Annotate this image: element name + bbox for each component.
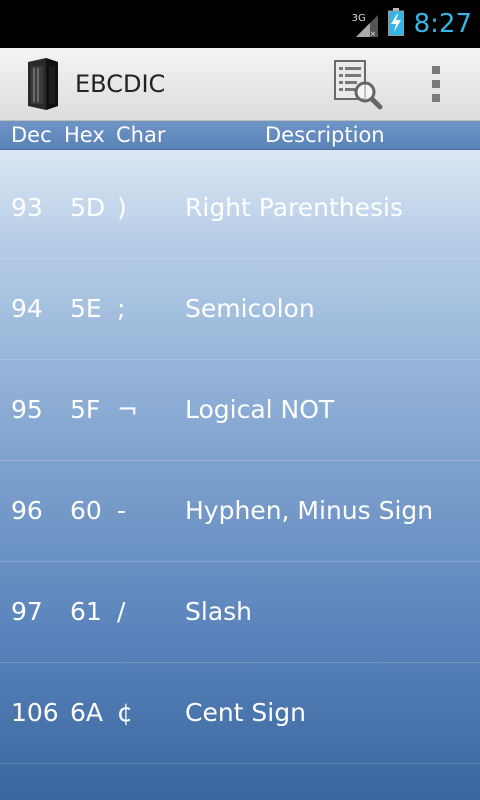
cell-hex: 61	[70, 597, 102, 626]
cell-char: ¬	[117, 395, 138, 424]
cell-hex: 5D	[70, 193, 106, 222]
header-hex: Hex	[64, 123, 105, 147]
battery-charging-icon	[387, 8, 404, 40]
cell-description: Slash	[185, 597, 253, 626]
document-search-icon	[334, 60, 383, 110]
table-row[interactable]: 97 61 / Slash	[0, 561, 480, 663]
status-bar: 3G × 8:27	[0, 0, 480, 48]
overflow-menu-button[interactable]	[418, 58, 454, 110]
cell-dec: 106	[11, 698, 59, 727]
cell-char: -	[117, 496, 127, 525]
header-description: Description	[265, 123, 385, 147]
table-row[interactable]: 96 60 - Hyphen, Minus Sign	[0, 460, 480, 562]
cell-description: Logical NOT	[185, 395, 335, 424]
cell-char: )	[117, 193, 127, 222]
cell-description: Semicolon	[185, 294, 315, 323]
svg-text:×: ×	[370, 30, 376, 37]
clock: 8:27	[413, 9, 472, 39]
action-bar: EBCDIC	[0, 48, 480, 121]
cell-description: Hyphen, Minus Sign	[185, 496, 434, 525]
overflow-menu-icon	[432, 66, 440, 74]
table-row[interactable]: 95 5F ¬ Logical NOT	[0, 359, 480, 461]
app-title: EBCDIC	[75, 70, 166, 98]
cell-hex: 5F	[70, 395, 101, 424]
server-rack-icon[interactable]	[24, 58, 62, 110]
screen: 3G × 8:27 EBCDIC Dec Hex Char Descriptio…	[0, 0, 480, 800]
table-row[interactable]: 93 5D ) Right Parenthesis	[0, 157, 480, 259]
cell-dec: 96	[11, 496, 43, 525]
overflow-dot	[432, 94, 440, 102]
table-row[interactable]: 106 6A ¢ Cent Sign	[0, 662, 480, 764]
cell-dec: 94	[11, 294, 43, 323]
cell-description: Right Parenthesis	[185, 193, 404, 222]
ebcdic-table[interactable]: Dec Hex Char Description 93 5D ) Right P…	[0, 121, 480, 800]
table-row[interactable]: 94 5E ; Semicolon	[0, 258, 480, 360]
cell-dec: 97	[11, 597, 43, 626]
cell-dec: 95	[11, 395, 43, 424]
cell-description: Cent Sign	[185, 698, 306, 727]
status-indicators: 3G × 8:27	[352, 0, 472, 48]
header-dec: Dec	[11, 123, 52, 147]
cell-char: /	[117, 597, 126, 626]
header-char: Char	[116, 123, 166, 147]
cell-char: ;	[117, 294, 126, 323]
cell-hex: 60	[70, 496, 102, 525]
cell-hex: 6A	[70, 698, 104, 727]
column-header: Dec Hex Char Description	[0, 121, 480, 150]
document-search-button[interactable]	[332, 58, 384, 110]
signal-icon: 3G ×	[352, 9, 378, 39]
cell-hex: 5E	[70, 294, 102, 323]
overflow-dot	[432, 80, 440, 88]
cell-dec: 93	[11, 193, 43, 222]
cell-char: ¢	[117, 698, 133, 727]
